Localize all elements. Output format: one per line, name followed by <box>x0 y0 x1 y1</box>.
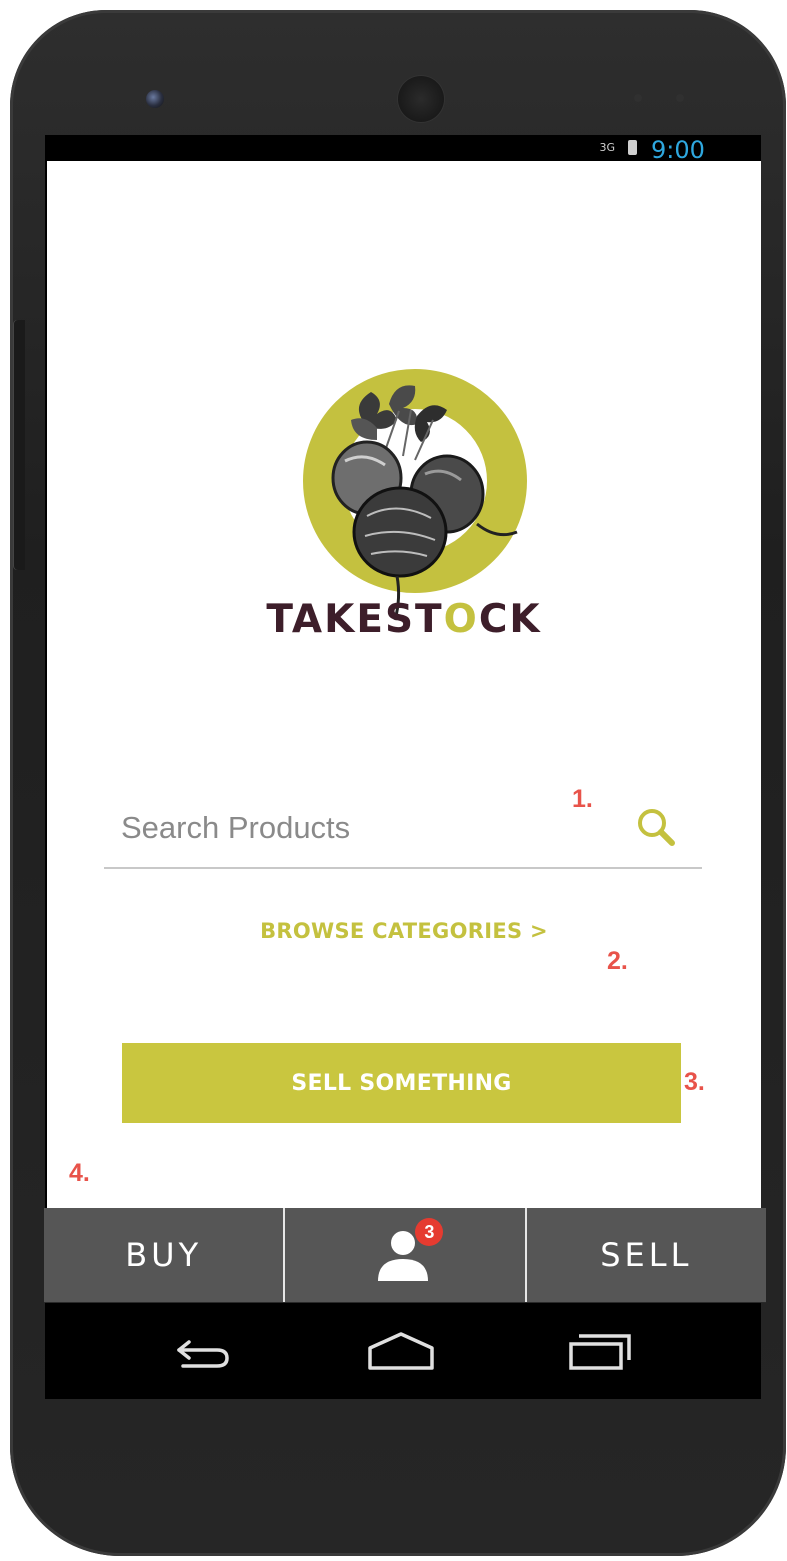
signal-indicator: 3G <box>599 141 615 154</box>
search-input[interactable] <box>119 805 603 851</box>
brand-wordmark: TAKESTOCK <box>47 597 761 642</box>
recents-icon[interactable] <box>565 1330 635 1372</box>
search-bar <box>104 779 702 869</box>
search-icon[interactable] <box>634 805 678 849</box>
side-key <box>13 320 25 570</box>
earpiece-speaker <box>398 76 444 122</box>
brand-text-part: TAKEST <box>266 597 444 642</box>
light-sensor <box>676 94 684 102</box>
brand-text-accent: O <box>443 597 479 642</box>
home-icon[interactable] <box>366 1330 436 1372</box>
browse-categories-link[interactable]: BROWSE CATEGORIES > <box>47 919 761 943</box>
tab-sell-label: SELL <box>600 1236 693 1274</box>
status-time: 9:00 <box>651 137 705 163</box>
tab-sell[interactable]: SELL <box>524 1208 766 1302</box>
annotation-marker: 3. <box>684 1068 705 1096</box>
tab-buy-label: BUY <box>125 1236 203 1274</box>
home-screen: TAKESTOCK BROWSE CATEGORIES > SELL SOMET… <box>47 161 761 1208</box>
proximity-sensor <box>634 94 642 102</box>
brand-text-part: CK <box>478 597 542 642</box>
system-navigation-bar <box>45 1302 761 1399</box>
back-icon[interactable] <box>169 1330 239 1372</box>
notification-badge: 3 <box>415 1218 444 1246</box>
sell-something-button[interactable]: SELL SOMETHING <box>122 1043 681 1123</box>
annotation-marker: 1. <box>572 785 593 813</box>
tab-profile[interactable]: 3 <box>283 1208 524 1302</box>
status-bar: 3G 9:00 <box>45 135 761 163</box>
bottom-tab-bar: BUY 3 SELL <box>44 1208 766 1302</box>
annotation-marker: 2. <box>607 947 628 975</box>
front-camera <box>146 90 164 108</box>
annotation-marker: 4. <box>69 1159 90 1187</box>
tab-buy[interactable]: BUY <box>44 1208 283 1302</box>
battery-icon <box>628 140 637 155</box>
